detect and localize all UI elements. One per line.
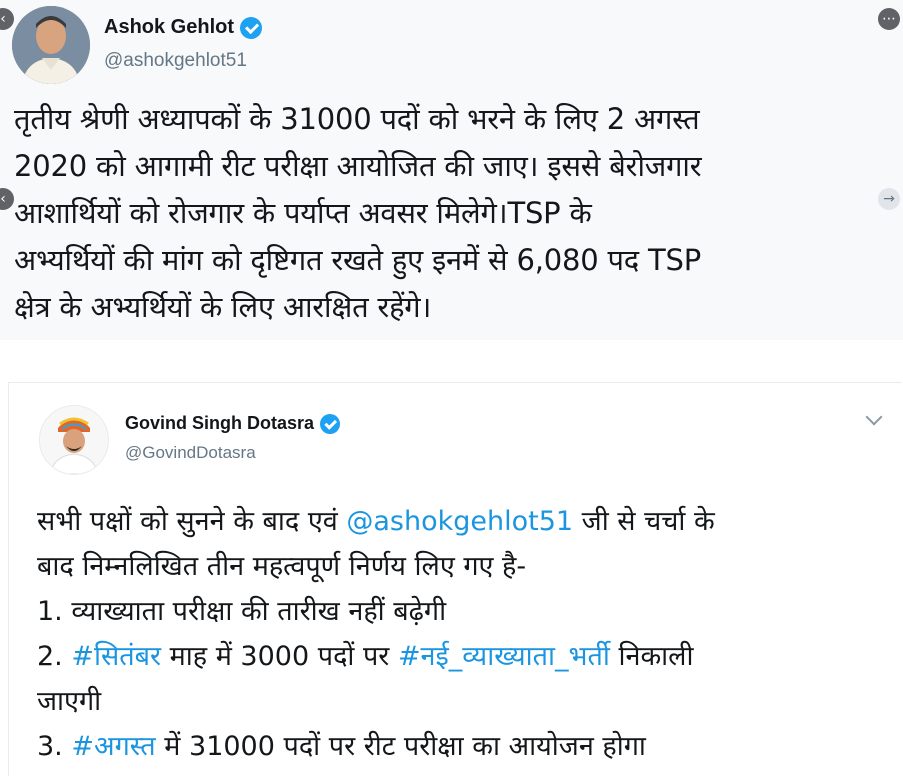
tweet-text-line: 1. व्याख्याता परीक्षा की तारीख नहीं बढ़े… bbox=[37, 596, 447, 627]
tweet-text-line: क्षेत्र के अभ्यर्थियों के लिए आरक्षित रह… bbox=[14, 290, 432, 324]
author-handle[interactable]: @ashokgehlot51 bbox=[104, 50, 247, 72]
tweet-ashok-gehlot: Ashok Gehlot @ashokgehlot51 ‹ ‹ ⋯ → तृती… bbox=[0, 0, 903, 340]
mention-link[interactable]: @ashokgehlot51 bbox=[346, 506, 573, 537]
text-segment: निकाली bbox=[609, 641, 694, 672]
text-segment: 3. bbox=[37, 731, 72, 762]
verified-badge-icon bbox=[240, 16, 263, 39]
avatar-govind-dotasra[interactable] bbox=[39, 405, 109, 475]
verified-badge-icon bbox=[320, 413, 341, 434]
tweet-text-line: बाद निम्नलिखित तीन महत्वपूर्ण निर्णय लिए… bbox=[37, 551, 527, 582]
hashtag-link[interactable]: #अगस्त bbox=[71, 731, 155, 762]
tweet-text: सभी पक्षों को सुनने के बाद एवं @ashokgeh… bbox=[37, 499, 897, 769]
tweet-text-line: जाएगी bbox=[37, 686, 102, 717]
author-name[interactable]: Ashok Gehlot bbox=[104, 16, 234, 39]
tweet-text-line: तृतीय श्रेणी अध्यापकों के 31000 पदों को … bbox=[14, 102, 700, 136]
chevron-left-icon[interactable]: ‹ bbox=[0, 188, 14, 210]
hashtag-link[interactable]: #नई_व्याख्याता_भर्ती bbox=[398, 641, 610, 672]
tweet-text-line: 2020 को आगामी रीट परीक्षा आयोजित की जाए।… bbox=[14, 149, 702, 183]
tweet-text: तृतीय श्रेणी अध्यापकों के 31000 पदों को … bbox=[14, 96, 894, 331]
chevron-left-icon[interactable]: ‹ bbox=[0, 8, 14, 30]
text-segment: सभी पक्षों को सुनने के बाद एवं bbox=[37, 506, 347, 537]
tweet-text-line: आशार्थियों को रोजगार के पर्याप्त अवसर मि… bbox=[14, 196, 592, 230]
text-segment: 2. bbox=[37, 641, 72, 672]
avatar-ashok-gehlot[interactable] bbox=[12, 6, 90, 84]
author-handle[interactable]: @GovindDotasra bbox=[125, 443, 256, 463]
hashtag-link[interactable]: #सितंबर bbox=[71, 641, 161, 672]
more-icon[interactable]: ⋯ bbox=[878, 8, 900, 30]
chevron-down-icon[interactable] bbox=[865, 408, 883, 426]
tweet-govind-dotasra: Govind Singh Dotasra @GovindDotasra सभी … bbox=[8, 382, 902, 776]
author-name[interactable]: Govind Singh Dotasra bbox=[125, 413, 314, 434]
tweet-text-line: सभी पक्षों को सुनने के बाद एवं @ashokgeh… bbox=[37, 499, 897, 544]
text-segment: जी से चर्चा के bbox=[573, 506, 715, 537]
tweet-text-line: अभ्यर्थियों की मांग को दृष्टिगत रखते हुए… bbox=[14, 243, 701, 277]
tweet-text-line: 3. #अगस्त में 31000 पदों पर रीट परीक्षा … bbox=[37, 724, 897, 769]
text-segment: में 31000 पदों पर रीट परीक्षा का आयोजन ह… bbox=[155, 731, 646, 762]
tweet-text-line: 2. #सितंबर माह में 3000 पदों पर #नई_व्या… bbox=[37, 634, 897, 679]
text-segment: माह में 3000 पदों पर bbox=[161, 641, 398, 672]
